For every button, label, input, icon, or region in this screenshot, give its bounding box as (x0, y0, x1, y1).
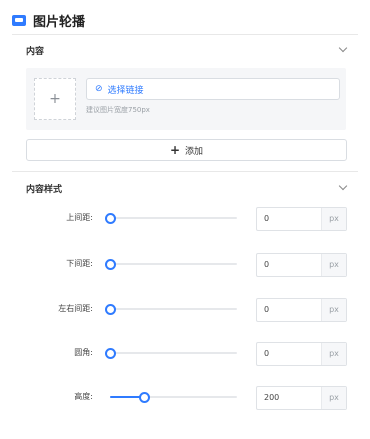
height-slider[interactable] (110, 392, 237, 403)
image-width-hint: 建议图片宽度750px (86, 106, 150, 114)
corner-radius-slider[interactable] (105, 348, 237, 359)
unit-suffix: px (321, 254, 346, 276)
unit-suffix: px (321, 208, 346, 230)
top-margin-input[interactable]: 0 px (256, 207, 347, 231)
bottom-margin-row: 下间距: 0 px (0, 253, 370, 277)
image-carousel-icon (12, 14, 26, 26)
style-collapse-chevron-icon[interactable] (338, 181, 348, 191)
unit-suffix: px (321, 387, 346, 409)
add-button-label: 添加 (185, 146, 204, 157)
image-upload-button[interactable]: + (34, 78, 76, 120)
side-margin-row: 左右间距: 0 px (0, 298, 370, 322)
top-margin-row: 上间距: 0 px (0, 207, 370, 231)
corner-radius-row: 圆角: 0 px (0, 342, 370, 366)
height-value: 200 (264, 393, 280, 402)
select-link-input[interactable]: ⊘ 选择链接 (86, 78, 340, 100)
header-divider (12, 34, 358, 35)
panel-title: 图片轮播 (33, 14, 86, 30)
add-plus-icon: + (169, 143, 181, 157)
add-slide-button[interactable]: + 添加 (26, 139, 347, 161)
height-input[interactable]: 200 px (256, 386, 347, 410)
plus-icon: + (49, 91, 61, 107)
height-label: 高度: (74, 392, 93, 401)
content-collapse-chevron-icon[interactable] (338, 43, 348, 53)
top-margin-slider[interactable] (105, 213, 237, 224)
bottom-margin-label: 下间距: (66, 259, 93, 268)
top-margin-label: 上间距: (66, 213, 93, 222)
bottom-margin-slider[interactable] (105, 259, 237, 270)
panel-header: 图片轮播 (12, 10, 85, 30)
select-link-label: 选择链接 (107, 85, 144, 96)
slide-item-panel: + ⊘ 选择链接 建议图片宽度750px (26, 68, 346, 130)
link-icon: ⊘ (95, 84, 103, 94)
unit-suffix: px (321, 343, 346, 365)
slider-thumb[interactable] (105, 348, 116, 359)
side-margin-label: 左右间距: (58, 304, 93, 313)
slider-thumb[interactable] (105, 213, 116, 224)
bottom-margin-input[interactable]: 0 px (256, 253, 347, 277)
corner-radius-label: 圆角: (74, 348, 93, 357)
top-margin-value: 0 (264, 214, 270, 223)
slider-thumb[interactable] (139, 392, 151, 403)
bottom-margin-value: 0 (264, 260, 270, 269)
height-row: 高度: 200 px (0, 386, 370, 410)
side-margin-slider[interactable] (105, 304, 237, 315)
section-divider (12, 171, 358, 172)
unit-suffix: px (321, 299, 346, 321)
side-margin-input[interactable]: 0 px (256, 298, 347, 322)
side-margin-value: 0 (264, 305, 270, 314)
style-section-title: 内容样式 (26, 185, 63, 195)
content-section-title: 内容 (26, 47, 45, 57)
slider-thumb[interactable] (105, 304, 116, 315)
corner-radius-value: 0 (264, 349, 270, 358)
slider-thumb[interactable] (105, 259, 116, 270)
corner-radius-input[interactable]: 0 px (256, 342, 347, 366)
